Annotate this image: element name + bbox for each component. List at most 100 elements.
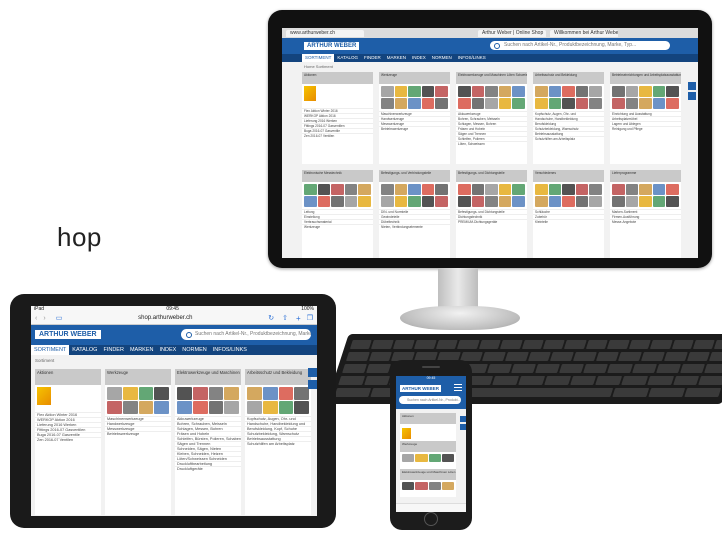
product-image[interactable] [107,401,122,414]
nav-tab-normen[interactable]: NORMEN [179,345,209,355]
product-image[interactable] [639,86,652,97]
subcategory-link[interactable]: Druckluftgeräte [175,466,241,471]
site-logo[interactable]: ARTHUR WEBER [35,330,101,339]
product-image[interactable] [408,184,421,195]
product-image[interactable] [562,98,575,109]
product-image[interactable] [639,98,652,109]
product-image[interactable] [535,98,548,109]
product-image[interactable] [512,98,525,109]
product-image[interactable] [435,86,448,97]
product-image[interactable] [625,196,639,207]
category-title[interactable]: Befestigungs- und Verbindungsteile [379,170,450,182]
category-title[interactable]: Betriebseinrichtungen und Arbeitsplatzau… [610,72,681,84]
category-card[interactable]: Elektrowerkzeuge und Maschinen Löten Sch… [456,72,527,164]
product-image[interactable] [224,401,239,414]
share-icon[interactable]: ⇧ [282,314,288,322]
subcategory-link[interactable]: Schutzhilfen am Arbeitsplatz [245,441,311,446]
product-image[interactable] [485,196,498,207]
subcategory-link[interactable]: Zen 2016-07 Ventilen [35,437,101,442]
browser-tab[interactable]: www.arthurweber.ch [286,29,364,37]
product-image[interactable] [122,401,138,414]
category-card[interactable]: Elektronische Messtechnik Leitung Einstell… [302,170,373,258]
product-image[interactable] [331,184,344,195]
product-image[interactable] [652,184,666,195]
product-image[interactable] [107,387,122,400]
product-image[interactable] [154,387,169,400]
settings-icon[interactable] [688,92,696,100]
category-title[interactable]: Elektronische Messtechnik [302,170,373,182]
nav-tab-marken[interactable]: MARKEN [384,54,409,62]
subcategory-link[interactable]: Betriebswerkzeuge [379,126,450,131]
product-image[interactable] [498,86,512,97]
browser-tab[interactable]: Willkommen bei Arthur Weber [550,29,618,37]
product-image[interactable] [441,482,454,490]
nav-tab-normen[interactable]: NORMEN [429,54,455,62]
product-image[interactable] [639,184,652,195]
product-image[interactable] [317,196,331,207]
product-image[interactable] [408,98,421,109]
product-image[interactable] [498,196,512,207]
product-image[interactable] [652,98,666,109]
cart-icon[interactable] [688,82,696,90]
product-image[interactable] [415,454,428,462]
product-image[interactable] [612,98,625,109]
product-image[interactable] [224,387,239,400]
product-image[interactable] [358,184,371,195]
product-image[interactable] [548,184,562,195]
category-title[interactable]: Arbeitsschutz und Bekleidung [533,72,604,84]
category-title[interactable]: Aktionen [400,413,456,424]
category-card[interactable]: Betriebseinrichtungen und Arbeitsplatzau… [610,72,681,164]
product-image[interactable] [612,86,625,97]
cart-icon[interactable] [308,368,317,377]
subcategory-link[interactable]: Betriebswerkzeuge [105,431,171,436]
category-title[interactable]: Arbeitsschutz und Bekleidung [245,369,311,385]
product-image[interactable] [575,98,589,109]
product-image[interactable] [562,86,575,97]
category-card[interactable]: Befestigungs- und Verbindungsteile DIN- u… [379,170,450,258]
product-image[interactable] [381,184,394,195]
category-title[interactable]: Aktionen [35,369,101,385]
nav-tab-finder[interactable]: FINDER [100,345,126,355]
product-image[interactable] [435,184,448,195]
product-image[interactable] [331,196,344,207]
category-card[interactable]: Lieferprogramme Marken-Sortiment Firmen-Au… [610,170,681,258]
product-image[interactable] [421,196,435,207]
nav-tab-infos[interactable]: INFOS/LINKS [455,54,489,62]
subcategory-link[interactable]: Schleifen, Bürsten, Polieren, Schaben [175,436,241,441]
nav-tab-katalog[interactable]: KATALOG [69,345,100,355]
category-card[interactable]: Arbeitsschutz und Bekleidung Kopfschutz, … [245,369,311,515]
category-title[interactable]: Elektrowerkzeuge und Maschinen Löten Sch… [175,369,241,385]
product-image[interactable] [666,184,679,195]
product-image[interactable] [535,86,548,97]
product-image[interactable] [278,387,294,400]
product-image[interactable] [498,98,512,109]
nav-tab-sortiment[interactable]: SORTIMENT [31,345,70,355]
bookmarks-icon[interactable]: ▭ [56,314,63,322]
product-image[interactable] [177,401,192,414]
category-title[interactable]: Aktionen [302,72,373,84]
new-tab-icon[interactable]: + [296,314,301,323]
product-image[interactable] [575,86,589,97]
product-image[interactable] [278,401,294,414]
product-image[interactable] [639,196,652,207]
product-image[interactable] [294,387,309,400]
product-image[interactable] [402,454,415,462]
product-image[interactable] [589,184,602,195]
product-image[interactable] [344,184,358,195]
subcategory-link[interactable]: Messe-Angebote [610,219,681,224]
site-logo[interactable]: ARTHUR WEBER [400,385,441,392]
category-title[interactable]: Lieferprogramme [610,170,681,182]
product-image[interactable] [458,196,471,207]
product-image[interactable] [247,387,262,400]
product-image[interactable] [625,184,639,195]
product-image[interactable] [394,184,408,195]
product-image[interactable] [122,387,138,400]
category-card[interactable]: Befestigungs- und Dichtungsteile Befestig… [456,170,527,258]
product-image[interactable] [408,196,421,207]
reload-icon[interactable]: ↻ [268,314,274,322]
product-image[interactable] [402,482,415,490]
browser-tab[interactable]: Arthur Weber | Online Shop [478,29,546,37]
product-image[interactable] [498,184,512,195]
category-card[interactable]: Elektrowerkzeuge und Maschinen Löten Sch… [175,369,241,515]
subcategory-link[interactable]: Werkzeuge [302,224,373,229]
